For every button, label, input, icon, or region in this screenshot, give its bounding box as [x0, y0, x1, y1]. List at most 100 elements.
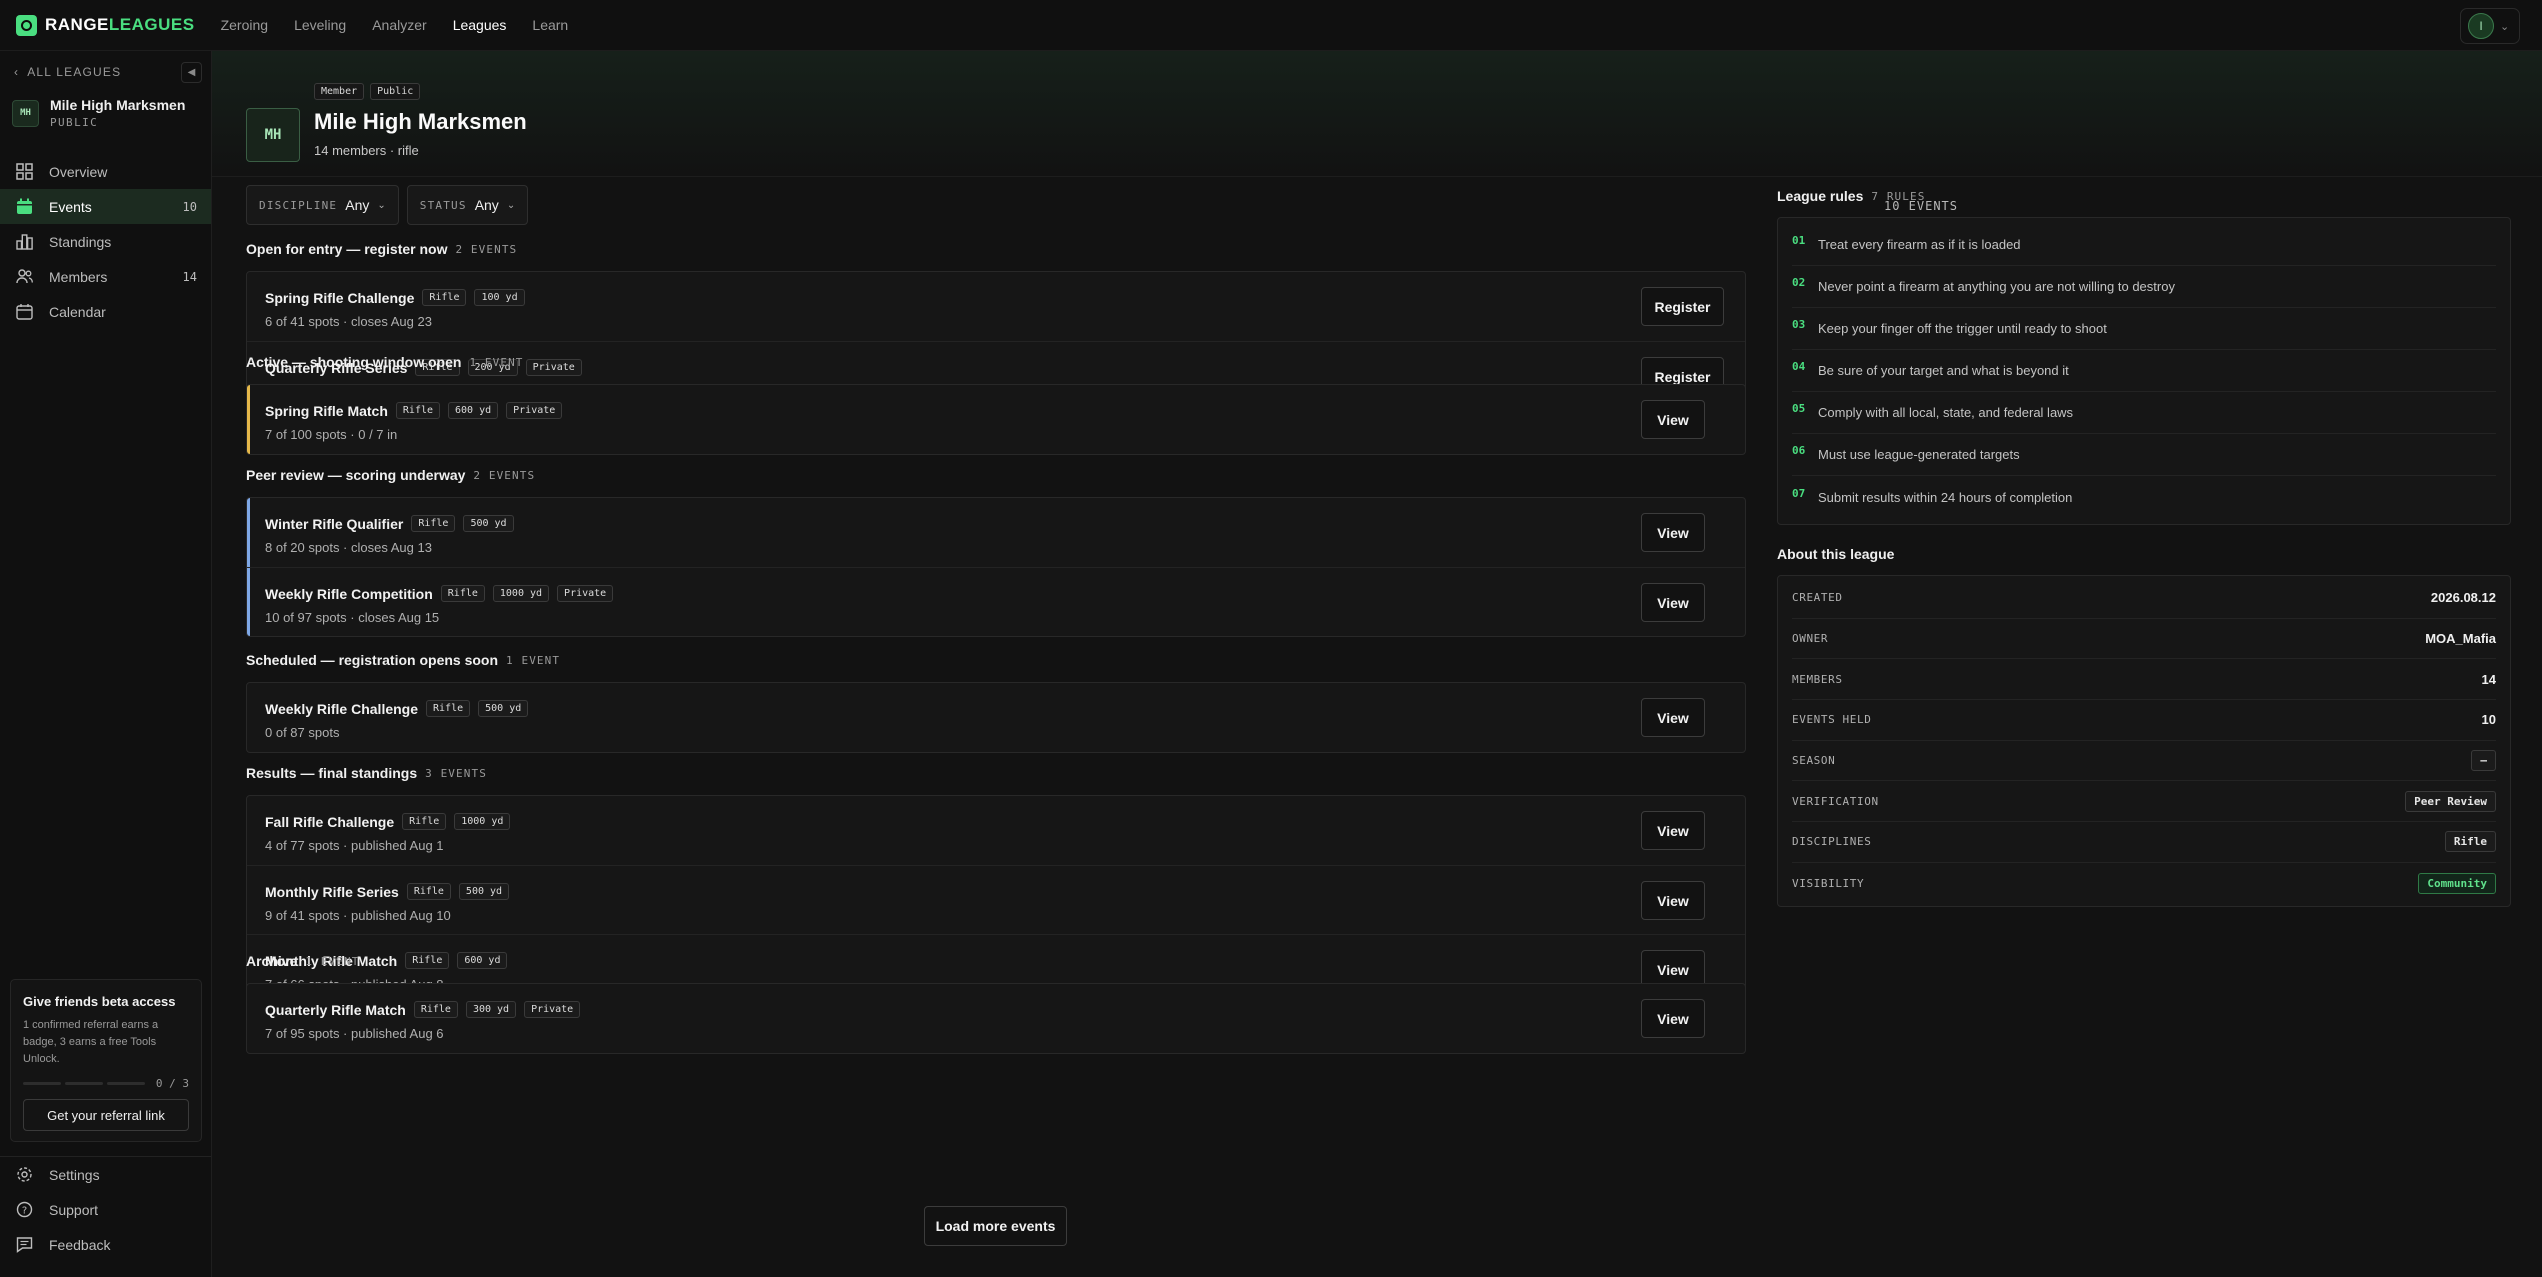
nav-learn[interactable]: Learn	[532, 17, 568, 33]
filter-key: STATUS	[419, 198, 467, 212]
sidebar-item-standings[interactable]: Standings	[0, 224, 211, 259]
sidebar-item-label: Calendar	[49, 303, 106, 320]
event-tag: Rifle	[426, 700, 471, 717]
sidebar-item-feedback[interactable]: Feedback	[0, 1227, 211, 1262]
status-filter[interactable]: STATUS Any ⌄	[406, 185, 529, 225]
sidebar-item-label: Overview	[49, 163, 108, 180]
event-row: Weekly Rifle Competition Rifle 1000 yd Priv…	[247, 567, 1745, 636]
sidebar-footer: Settings ? Support Feedback	[0, 1156, 211, 1262]
view-button[interactable]: View	[1641, 513, 1705, 552]
brand-logo[interactable]: RANGELEAGUES	[16, 14, 195, 36]
league-badge: MH	[12, 99, 39, 127]
section-count: 2 EVENTS	[455, 242, 518, 256]
sidebar-item-events[interactable]: Events 10	[0, 189, 211, 224]
rule-item: 07 Submit results within 24 hours of comp…	[1792, 476, 2496, 518]
collapse-sidebar-button[interactable]: ◀	[181, 62, 202, 83]
rule-item: 06 Must use league-generated targets	[1792, 434, 2496, 476]
nav-zeroing[interactable]: Zeroing	[221, 17, 268, 33]
league-avatar: MH	[246, 108, 300, 162]
event-name[interactable]: Spring Rifle Challenge	[265, 290, 414, 306]
event-name-line: Monthly Rifle Series Rifle 500 yd	[265, 883, 510, 900]
event-tag: Private	[557, 585, 614, 602]
rule-item: 05 Comply with all local, state, and fede…	[1792, 392, 2496, 434]
rule-text: Comply with all local, state, and federa…	[1818, 405, 2074, 420]
event-tag: Rifle	[411, 515, 456, 532]
view-button[interactable]: View	[1641, 881, 1705, 920]
rule-text: Keep your finger off the trigger until r…	[1818, 321, 2107, 336]
section-count: 2 EVENTS	[473, 468, 536, 482]
section-title: Active — shooting window open	[246, 354, 462, 370]
event-list: Weekly Rifle Challenge Rifle 500 yd 0 of 87…	[246, 682, 1746, 753]
league-rules-panel: League rules 7 RULES 01 Treat every firea…	[1777, 187, 2511, 525]
view-button[interactable]: View	[1641, 400, 1705, 439]
event-tag: Rifle	[395, 402, 441, 419]
sidebar-item-label: Feedback	[49, 1236, 111, 1253]
users-icon	[16, 268, 33, 285]
view-button[interactable]: View	[1641, 999, 1705, 1038]
register-button[interactable]: Register	[1641, 287, 1724, 326]
event-section: Active — shooting window open 1 EVENT Spri…	[246, 350, 1746, 455]
about-key: MEMBERS	[1792, 672, 1843, 686]
section-count: 3 EVENTS	[425, 766, 487, 780]
referral-progress-label: 0 / 3	[155, 1077, 189, 1090]
brand-word-a: RANGE	[45, 15, 109, 34]
section-title: Open for entry — register now	[246, 241, 448, 257]
event-name[interactable]: Winter Rifle Qualifier	[265, 516, 403, 532]
view-button[interactable]: View	[1641, 583, 1705, 622]
about-row: CREATED 2026.08.12	[1792, 578, 2496, 619]
main-nav: Zeroing Leveling Analyzer Leagues Learn	[221, 17, 595, 33]
event-section: Archive 1 EVENT Quarterly Rifle Match Rifle…	[246, 949, 1746, 1054]
section-title: Archive	[246, 953, 298, 969]
nav-leveling[interactable]: Leveling	[294, 17, 346, 33]
view-button[interactable]: View	[1641, 698, 1705, 737]
load-more-button[interactable]: Load more events	[924, 1206, 1067, 1246]
about-value: —	[2471, 750, 2496, 772]
rule-number: 07	[1792, 486, 1806, 500]
referral-title: Give friends beta access	[23, 994, 176, 1009]
league-header: Member Public MH Mile High Marksmen 14 m…	[212, 51, 2542, 177]
logo-icon	[16, 14, 37, 36]
chevron-left-icon: ‹	[14, 65, 20, 79]
sidebar-item-calendar[interactable]: Calendar	[0, 294, 211, 329]
about-value: Rifle	[2444, 831, 2496, 853]
sidebar-item-overview[interactable]: Overview	[0, 154, 211, 189]
event-name[interactable]: Spring Rifle Match	[265, 403, 388, 419]
rule-number: 01	[1792, 234, 1806, 247]
rule-item: 03 Keep your finger off the trigger until…	[1792, 308, 2496, 350]
rule-text: Never point a firearm at anything you ar…	[1818, 279, 2175, 294]
rule-text: Be sure of your target and what is beyon…	[1818, 363, 2069, 378]
about-row: MEMBERS 14	[1792, 659, 2496, 701]
rule-number: 05	[1792, 402, 1806, 415]
about-row: EVENTS HELD 10	[1792, 700, 2496, 741]
referral-link-button[interactable]: Get your referral link	[23, 1099, 189, 1131]
filter-value: Any	[345, 197, 370, 213]
event-name[interactable]: Fall Rifle Challenge	[265, 814, 394, 830]
view-button[interactable]: View	[1641, 811, 1705, 850]
sidebar-item-label: Events	[49, 198, 92, 215]
sidebar-item-label: Settings	[49, 1166, 100, 1183]
event-meta: 0 of 87 spots	[265, 725, 340, 740]
about-value: 10	[2481, 712, 2496, 728]
sidebar-item-settings[interactable]: Settings	[0, 1157, 211, 1192]
section-count: 1 EVENT	[506, 653, 561, 667]
nav-analyzer[interactable]: Analyzer	[372, 17, 426, 33]
event-name[interactable]: Quarterly Rifle Match	[265, 1002, 406, 1018]
all-leagues-link[interactable]: ‹ ALL LEAGUES	[14, 65, 121, 79]
event-meta: 9 of 41 spots · published Aug 10	[265, 908, 451, 923]
collapse-icon: ◀	[187, 67, 196, 78]
nav-leagues[interactable]: Leagues	[453, 17, 507, 33]
about-key: DISCIPLINES	[1792, 835, 1872, 849]
event-name-line: Spring Rifle Match Rifle 600 yd Private	[265, 402, 563, 419]
rules-list: 01 Treat every firearm as if it is loaded…	[1777, 217, 2511, 525]
sidebar-item-support[interactable]: ? Support	[0, 1192, 211, 1227]
sidebar-item-members[interactable]: Members 14	[0, 259, 211, 294]
event-name[interactable]: Monthly Rifle Series	[265, 884, 399, 900]
event-name[interactable]: Weekly Rifle Competition	[265, 586, 433, 602]
referral-progress: 0 / 3	[23, 1077, 189, 1090]
discipline-filter[interactable]: DISCIPLINE Any ⌄	[246, 185, 399, 225]
account-menu-button[interactable]: I ⌄	[2460, 8, 2520, 44]
event-tag: 1000 yd	[492, 585, 550, 602]
event-name[interactable]: Weekly Rifle Challenge	[265, 701, 418, 717]
all-leagues-label: ALL LEAGUES	[27, 65, 122, 79]
public-chip: Public	[370, 83, 421, 100]
